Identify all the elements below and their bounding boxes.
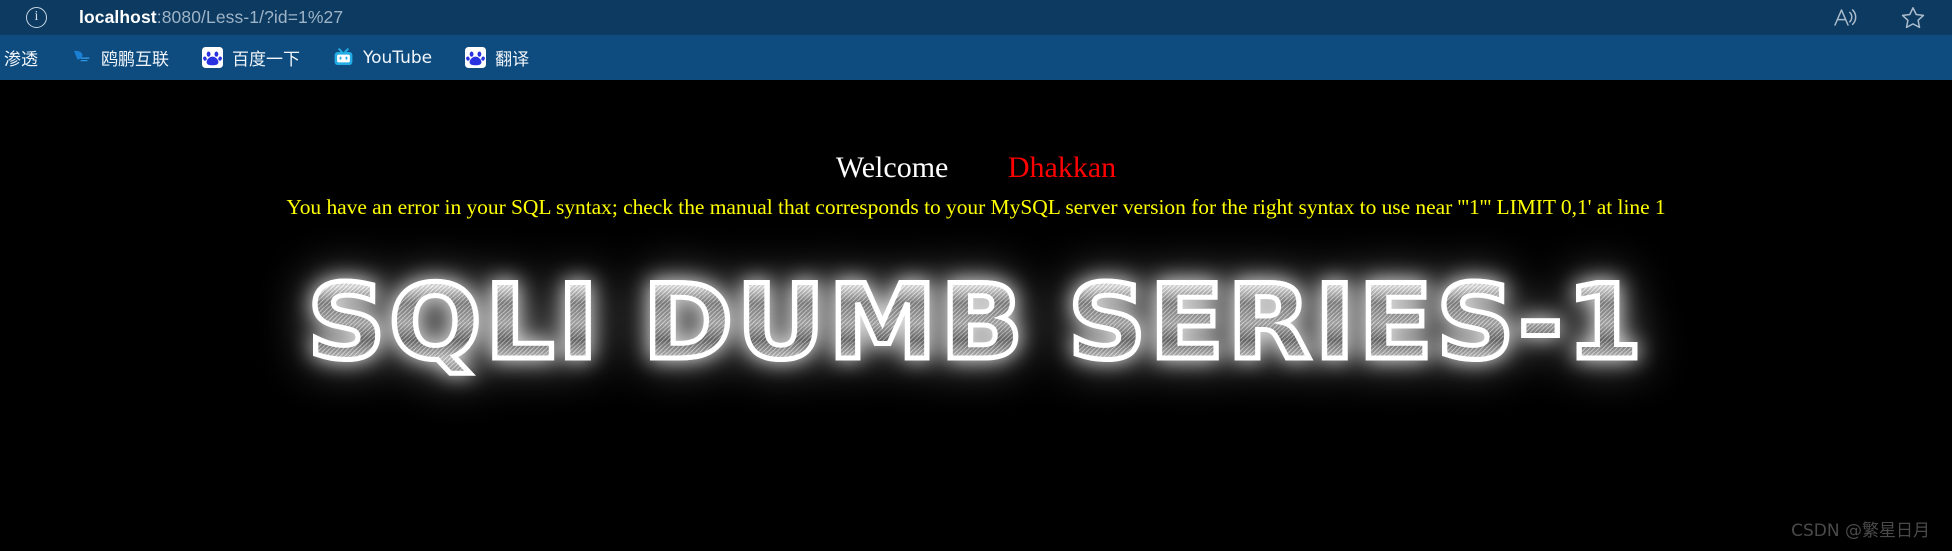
browser-toolbar: i localhost:8080/Less-1/?id=1%27	[0, 0, 1952, 35]
welcome-heading: Welcome Dhakkan	[0, 80, 1952, 185]
address-bar[interactable]: localhost:8080/Less-1/?id=1%27	[79, 7, 343, 28]
welcome-username: Dhakkan	[1007, 151, 1117, 184]
bookmark-item[interactable]: YouTube	[324, 43, 441, 72]
baidu-paw-icon	[465, 47, 487, 68]
sqli-dumb-series-banner: SQLI DUMB SERIES-1	[304, 263, 1646, 383]
welcome-text: Welcome	[835, 151, 949, 184]
bilibili-tv-icon	[333, 47, 354, 68]
bookmark-item[interactable]: 鸥鹏互联	[62, 41, 178, 74]
favorites-star-icon[interactable]	[1900, 5, 1926, 31]
browser-chrome: i localhost:8080/Less-1/?id=1%27 渗透 鸥鹏互联…	[0, 0, 1952, 80]
bookmark-item[interactable]: 渗透	[0, 41, 47, 74]
csdn-watermark: CSDN @繁星日月	[1791, 521, 1930, 541]
page-content: Welcome Dhakkan You have an error in you…	[0, 80, 1952, 551]
bookmark-label: 渗透	[4, 50, 38, 70]
bookmark-label: YouTube	[363, 47, 433, 68]
bookmark-label: 百度一下	[232, 50, 300, 70]
bookmarks-bar: 渗透 鸥鹏互联 百度一下 YouTube 翻译	[0, 35, 1952, 80]
url-path: :8080/Less-1/?id=1%27	[156, 7, 344, 27]
bookmark-item[interactable]: 百度一下	[193, 41, 309, 74]
sql-error-message: You have an error in your SQL syntax; ch…	[286, 195, 1666, 219]
bookmark-label: 鸥鹏互联	[101, 50, 169, 70]
bookmark-item[interactable]: 翻译	[456, 41, 538, 74]
bookmark-label: 翻译	[495, 50, 530, 70]
toolbar-actions	[1832, 0, 1926, 35]
baidu-paw-icon	[202, 47, 223, 68]
read-aloud-icon[interactable]	[1832, 5, 1858, 31]
url-host: localhost	[79, 7, 157, 27]
banner-title-wrap: SQLI DUMB SERIES-1	[0, 263, 1952, 383]
oupeng-logo-icon	[71, 47, 92, 68]
site-info-icon[interactable]: i	[26, 7, 47, 28]
